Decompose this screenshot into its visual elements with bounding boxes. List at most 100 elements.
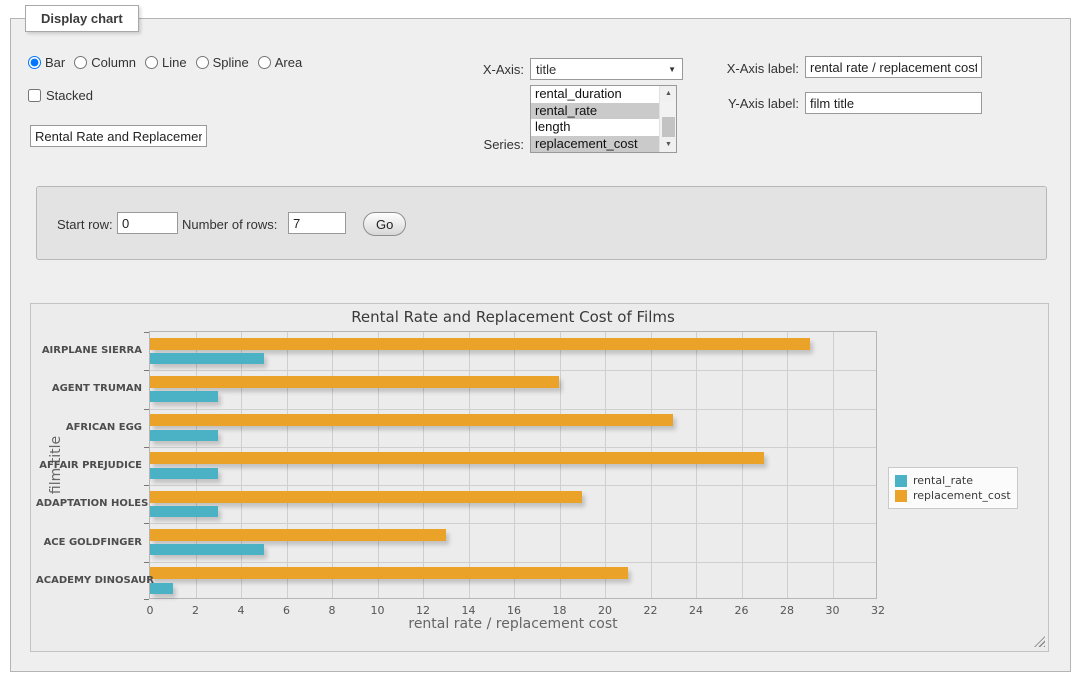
x-axis-title: rental rate / replacement cost	[149, 616, 877, 632]
fieldset-legend: Display chart	[25, 5, 139, 32]
bar-rental_rate	[150, 353, 264, 364]
gridline	[605, 332, 606, 598]
category-label: ADAPTATION HOLES	[36, 498, 142, 509]
gridline	[287, 332, 288, 598]
bar-rental_rate	[150, 391, 218, 402]
chart-container: Rental Rate and Replacement Cost of Film…	[30, 303, 1049, 652]
chart-type-option-spline[interactable]: Spline	[196, 55, 249, 70]
bar-replacement_cost	[150, 338, 810, 350]
series-scrollbar[interactable]: ▲ ▼	[659, 86, 676, 152]
x-axis-label-input[interactable]	[805, 56, 982, 78]
gridline	[150, 447, 876, 448]
chart-type-radio-bar[interactable]	[28, 56, 41, 69]
bar-rental_rate	[150, 430, 218, 441]
gridline	[742, 332, 743, 598]
chart-type-option-column[interactable]: Column	[74, 55, 136, 70]
gridline	[378, 332, 379, 598]
x-axis-select-label: X-Axis:	[424, 62, 524, 77]
category-label: ACADEMY DINOSAUR	[36, 575, 142, 586]
bar-replacement_cost	[150, 567, 628, 579]
chart-type-option-label: Bar	[45, 55, 65, 70]
series-option-rental_duration[interactable]: rental_duration	[531, 86, 659, 103]
resize-handle-icon[interactable]	[1034, 636, 1045, 647]
gridline	[150, 562, 876, 563]
chart-type-option-area[interactable]: Area	[258, 55, 302, 70]
y-axis-label-field-label: Y-Axis label:	[704, 96, 799, 111]
chart-type-option-bar[interactable]: Bar	[28, 55, 65, 70]
chart-type-option-label: Spline	[213, 55, 249, 70]
chart-title: Rental Rate and Replacement Cost of Film…	[149, 308, 877, 326]
scroll-up-icon[interactable]: ▲	[660, 86, 677, 101]
y-tick-mark	[144, 523, 149, 524]
x-axis-select[interactable]: title ▼	[530, 58, 683, 80]
category-label: AIRPLANE SIERRA	[36, 345, 142, 356]
go-button[interactable]: Go	[363, 212, 406, 236]
stacked-label: Stacked	[46, 88, 93, 103]
category-label: AFFAIR PREJUDICE	[36, 460, 142, 471]
gridline	[469, 332, 470, 598]
gridline	[787, 332, 788, 598]
chart-type-option-label: Area	[275, 55, 302, 70]
gridline	[833, 332, 834, 598]
stacked-checkbox-row[interactable]: Stacked	[28, 88, 93, 103]
series-option-length[interactable]: length	[531, 119, 659, 136]
y-tick-mark	[144, 485, 149, 486]
number-of-rows-label: Number of rows:	[182, 217, 277, 232]
series-list-label: Series:	[444, 137, 524, 152]
chart-type-radio-group: Bar Column Line Spline Area	[28, 55, 311, 70]
bar-rental_rate	[150, 506, 218, 517]
chart-type-radio-spline[interactable]	[196, 56, 209, 69]
bar-rental_rate	[150, 544, 264, 555]
category-label: AFRICAN EGG	[36, 422, 142, 433]
legend-item-rental_rate: rental_rate	[895, 474, 1011, 487]
bar-replacement_cost	[150, 491, 582, 503]
number-of-rows-input[interactable]	[288, 212, 346, 234]
series-options: rental_durationrental_ratelengthreplacem…	[531, 86, 659, 152]
gridline	[150, 370, 876, 371]
chart-type-option-label: Line	[162, 55, 187, 70]
chart-type-radio-column[interactable]	[74, 56, 87, 69]
chart-type-option-line[interactable]: Line	[145, 55, 187, 70]
series-listbox[interactable]: rental_durationrental_ratelengthreplacem…	[530, 85, 677, 153]
chart-type-option-label: Column	[91, 55, 136, 70]
gridline	[196, 332, 197, 598]
gridline	[241, 332, 242, 598]
bar-replacement_cost	[150, 529, 446, 541]
y-axis-label-input[interactable]	[805, 92, 982, 114]
legend-label: replacement_cost	[913, 489, 1011, 502]
y-tick-mark	[144, 599, 149, 600]
x-axis-select-value: title	[536, 62, 556, 77]
scroll-down-icon[interactable]: ▼	[660, 137, 677, 152]
gridline	[696, 332, 697, 598]
legend-label: rental_rate	[913, 474, 973, 487]
y-tick-mark	[144, 370, 149, 371]
bar-replacement_cost	[150, 452, 764, 464]
plot-area: 02468101214161820222426283032AIRPLANE SI…	[149, 331, 877, 599]
start-row-input[interactable]	[117, 212, 178, 234]
legend-swatch-icon	[895, 490, 907, 502]
gridline	[150, 485, 876, 486]
legend-swatch-icon	[895, 475, 907, 487]
bar-replacement_cost	[150, 376, 559, 388]
y-tick-mark	[144, 332, 149, 333]
chart-title-input[interactable]	[30, 125, 207, 147]
x-axis-label-field-label: X-Axis label:	[704, 61, 799, 76]
series-option-rental_rate[interactable]: rental_rate	[531, 103, 659, 120]
stacked-checkbox[interactable]	[28, 89, 41, 102]
y-tick-mark	[144, 562, 149, 563]
y-tick-mark	[144, 409, 149, 410]
bar-replacement_cost	[150, 414, 673, 426]
y-tick-mark	[144, 447, 149, 448]
scrollbar-thumb[interactable]	[662, 117, 675, 139]
chevron-down-icon: ▼	[668, 65, 676, 74]
series-option-replacement_cost[interactable]: replacement_cost	[531, 136, 659, 153]
gridline	[150, 409, 876, 410]
category-label: ACE GOLDFINGER	[36, 537, 142, 548]
chart-type-radio-line[interactable]	[145, 56, 158, 69]
start-row-label: Start row:	[57, 217, 113, 232]
chart-type-radio-area[interactable]	[258, 56, 271, 69]
category-label: AGENT TRUMAN	[36, 383, 142, 394]
gridline	[514, 332, 515, 598]
legend-item-replacement_cost: replacement_cost	[895, 489, 1011, 502]
gridline	[332, 332, 333, 598]
